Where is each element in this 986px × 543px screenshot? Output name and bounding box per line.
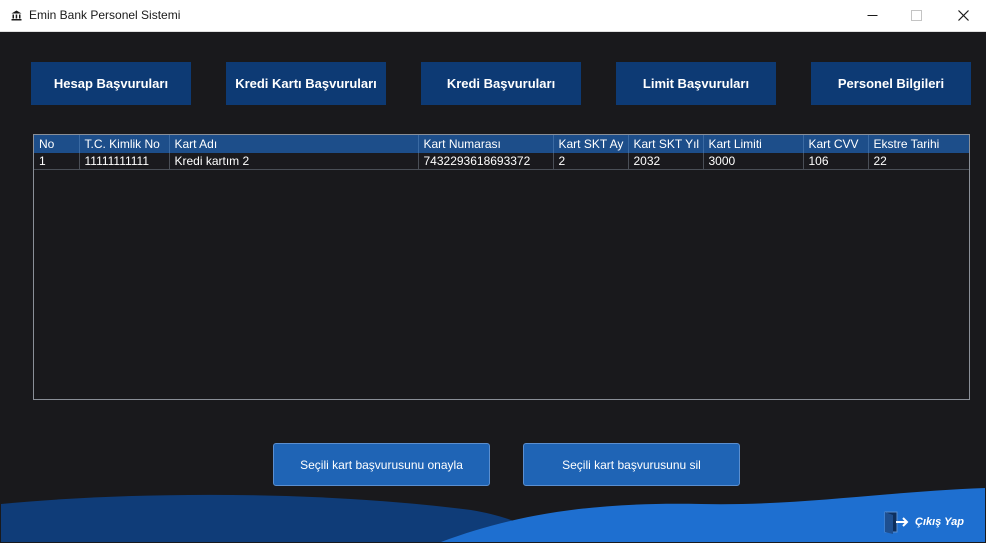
title-bar: Emin Bank Personel Sistemi bbox=[0, 0, 986, 32]
logout-button[interactable]: Çıkış Yap bbox=[884, 510, 964, 534]
minimize-button[interactable] bbox=[849, 0, 895, 31]
applications-table[interactable]: No T.C. Kimlik No Kart Adı Kart Numarası… bbox=[33, 134, 970, 400]
column-header-no[interactable]: No bbox=[34, 135, 80, 153]
decorative-waves bbox=[1, 488, 985, 542]
table-cell[interactable]: 1 bbox=[34, 153, 80, 170]
column-header-kart-skt-yil[interactable]: Kart SKT Yıl bbox=[628, 135, 704, 153]
logout-icon bbox=[884, 511, 909, 534]
main-panel: Hesap Başvuruları Kredi Kartı Başvurular… bbox=[1, 32, 985, 542]
column-header-ekstre-tarihi[interactable]: Ekstre Tarihi bbox=[868, 135, 969, 153]
close-icon bbox=[957, 10, 969, 21]
window-title: Emin Bank Personel Sistemi bbox=[29, 8, 181, 22]
column-header-kart-adi[interactable]: Kart Adı bbox=[169, 135, 419, 153]
column-header-kart-skt-ay[interactable]: Kart SKT Ay bbox=[553, 135, 629, 153]
approve-application-button[interactable]: Seçili kart başvurusunu onayla bbox=[273, 443, 490, 486]
kredi-karti-basvurulari-button[interactable]: Kredi Kartı Başvuruları bbox=[226, 62, 386, 105]
limit-basvurulari-button[interactable]: Limit Başvuruları bbox=[616, 62, 776, 105]
table-cell[interactable]: 22 bbox=[868, 153, 969, 170]
bank-icon bbox=[11, 10, 22, 21]
column-header-kart-limiti[interactable]: Kart Limiti bbox=[703, 135, 804, 153]
logout-label: Çıkış Yap bbox=[915, 516, 964, 528]
table-cell[interactable]: 7432293618693372 bbox=[418, 153, 554, 170]
table-cell[interactable]: 2032 bbox=[628, 153, 704, 170]
maximize-icon bbox=[910, 10, 922, 21]
table-cell[interactable]: 3000 bbox=[703, 153, 804, 170]
maximize-button[interactable] bbox=[893, 0, 939, 31]
column-header-kart-numarasi[interactable]: Kart Numarası bbox=[418, 135, 554, 153]
table-cell[interactable]: 11111111111 bbox=[79, 153, 170, 170]
table-row[interactable]: 1 11111111111 Kredi kartım 2 74322936186… bbox=[34, 153, 969, 170]
column-header-kart-cvv[interactable]: Kart CVV bbox=[803, 135, 869, 153]
minimize-icon bbox=[867, 15, 877, 16]
table-header-row: No T.C. Kimlik No Kart Adı Kart Numarası… bbox=[34, 135, 969, 153]
table-cell[interactable]: Kredi kartım 2 bbox=[169, 153, 419, 170]
hesap-basvurulari-button[interactable]: Hesap Başvuruları bbox=[31, 62, 191, 105]
kredi-basvurulari-button[interactable]: Kredi Başvuruları bbox=[421, 62, 581, 105]
personel-bilgileri-button[interactable]: Personel Bilgileri bbox=[811, 62, 971, 105]
column-header-tc-kimlik-no[interactable]: T.C. Kimlik No bbox=[79, 135, 170, 153]
table-cell[interactable]: 2 bbox=[553, 153, 629, 170]
table-cell[interactable]: 106 bbox=[803, 153, 869, 170]
close-button[interactable] bbox=[940, 0, 986, 31]
delete-application-button[interactable]: Seçili kart başvurusunu sil bbox=[523, 443, 740, 486]
